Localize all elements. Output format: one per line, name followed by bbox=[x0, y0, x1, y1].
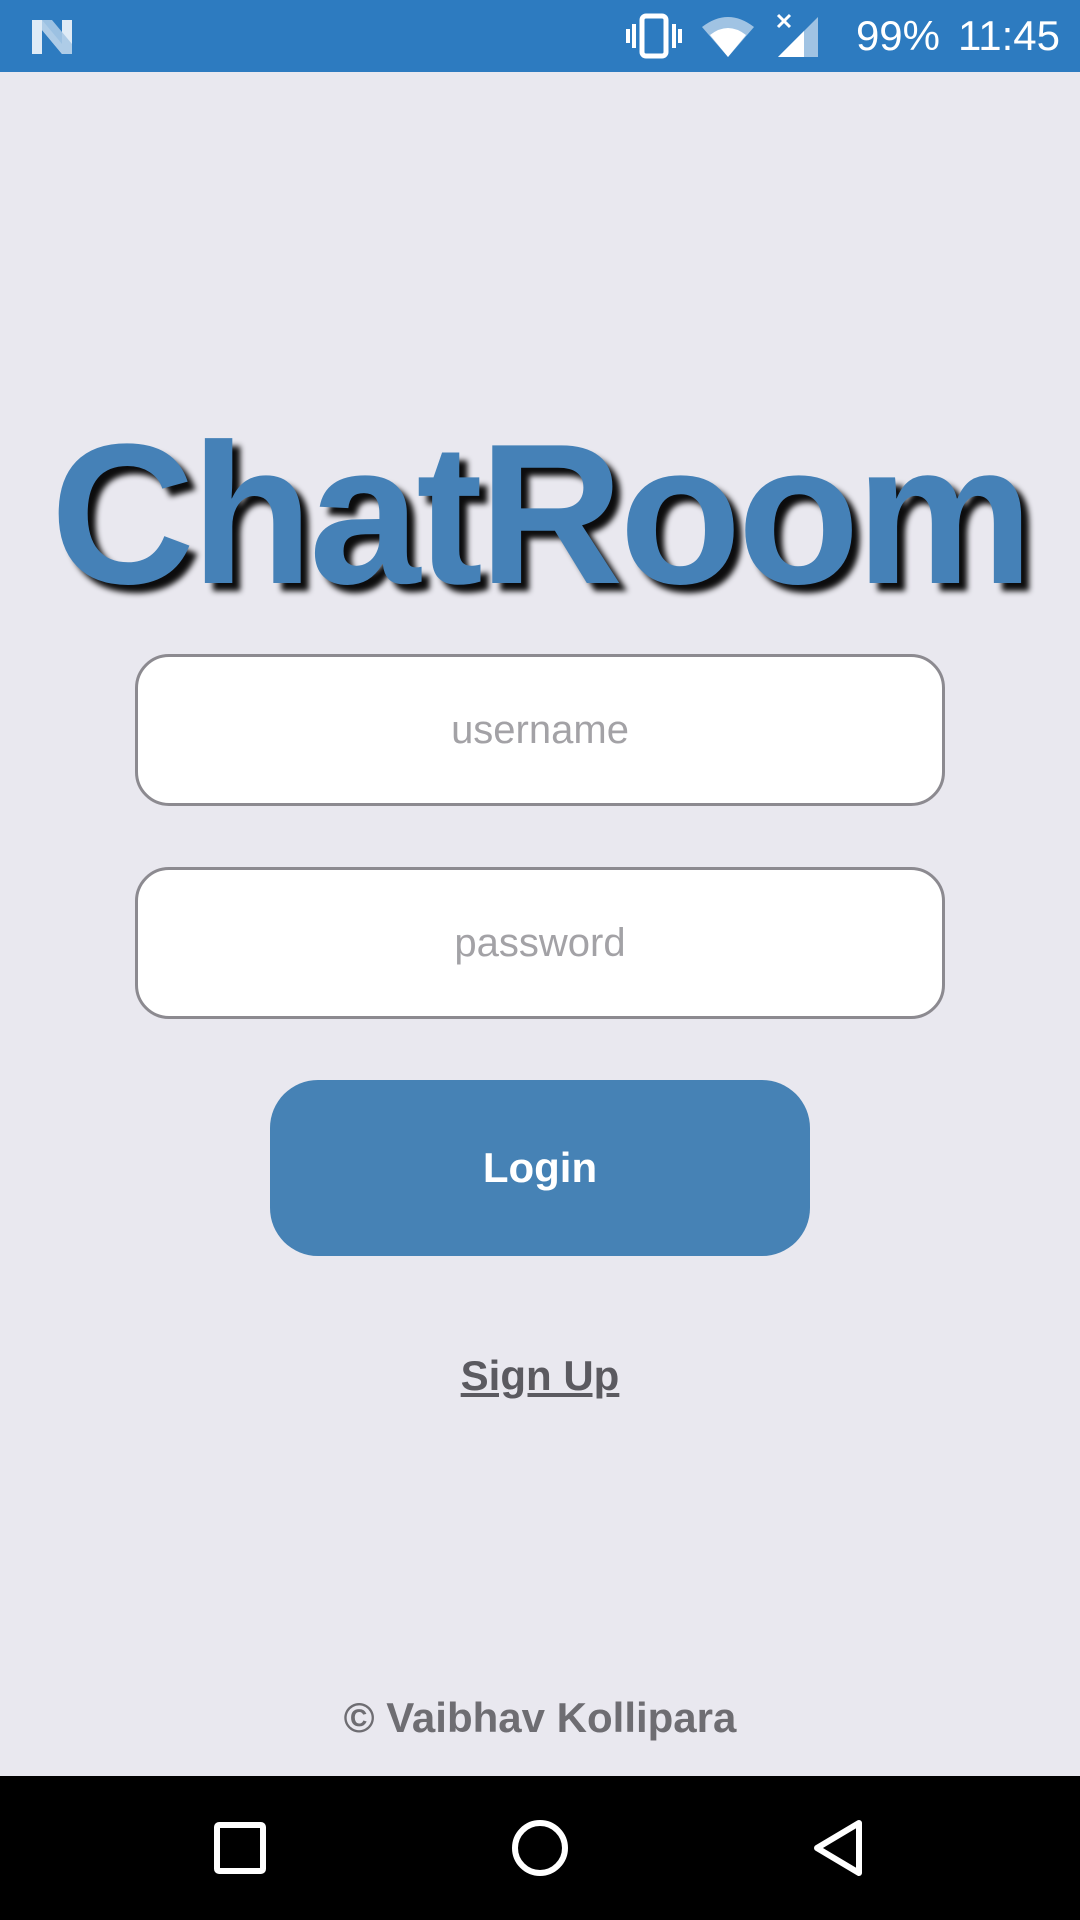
password-field[interactable] bbox=[135, 867, 945, 1019]
vibrate-icon bbox=[625, 13, 682, 59]
clock: 11:45 bbox=[958, 12, 1060, 59]
copyright-text: © Vaibhav Kollipara bbox=[343, 1694, 737, 1741]
status-bar: 99% 11:45 bbox=[0, 0, 1080, 72]
login-button[interactable]: Login bbox=[270, 1080, 810, 1256]
wifi-icon bbox=[700, 13, 756, 59]
signup-link[interactable]: Sign Up bbox=[0, 1352, 1080, 1400]
back-icon[interactable] bbox=[798, 1806, 882, 1890]
n-notification-icon bbox=[30, 16, 74, 56]
status-icons: 99% 11:45 bbox=[625, 0, 1060, 72]
login-screen: 99% 11:45 ChatRoom Login Sign Up © Vaibh… bbox=[0, 0, 1080, 1920]
username-field[interactable] bbox=[135, 654, 945, 806]
navigation-bar bbox=[0, 1776, 1080, 1920]
app-title: ChatRoom bbox=[50, 403, 1033, 626]
battery-level: 99% bbox=[855, 12, 940, 59]
home-icon[interactable] bbox=[498, 1806, 582, 1890]
recents-icon[interactable] bbox=[198, 1806, 282, 1890]
signal-icon bbox=[774, 13, 830, 59]
